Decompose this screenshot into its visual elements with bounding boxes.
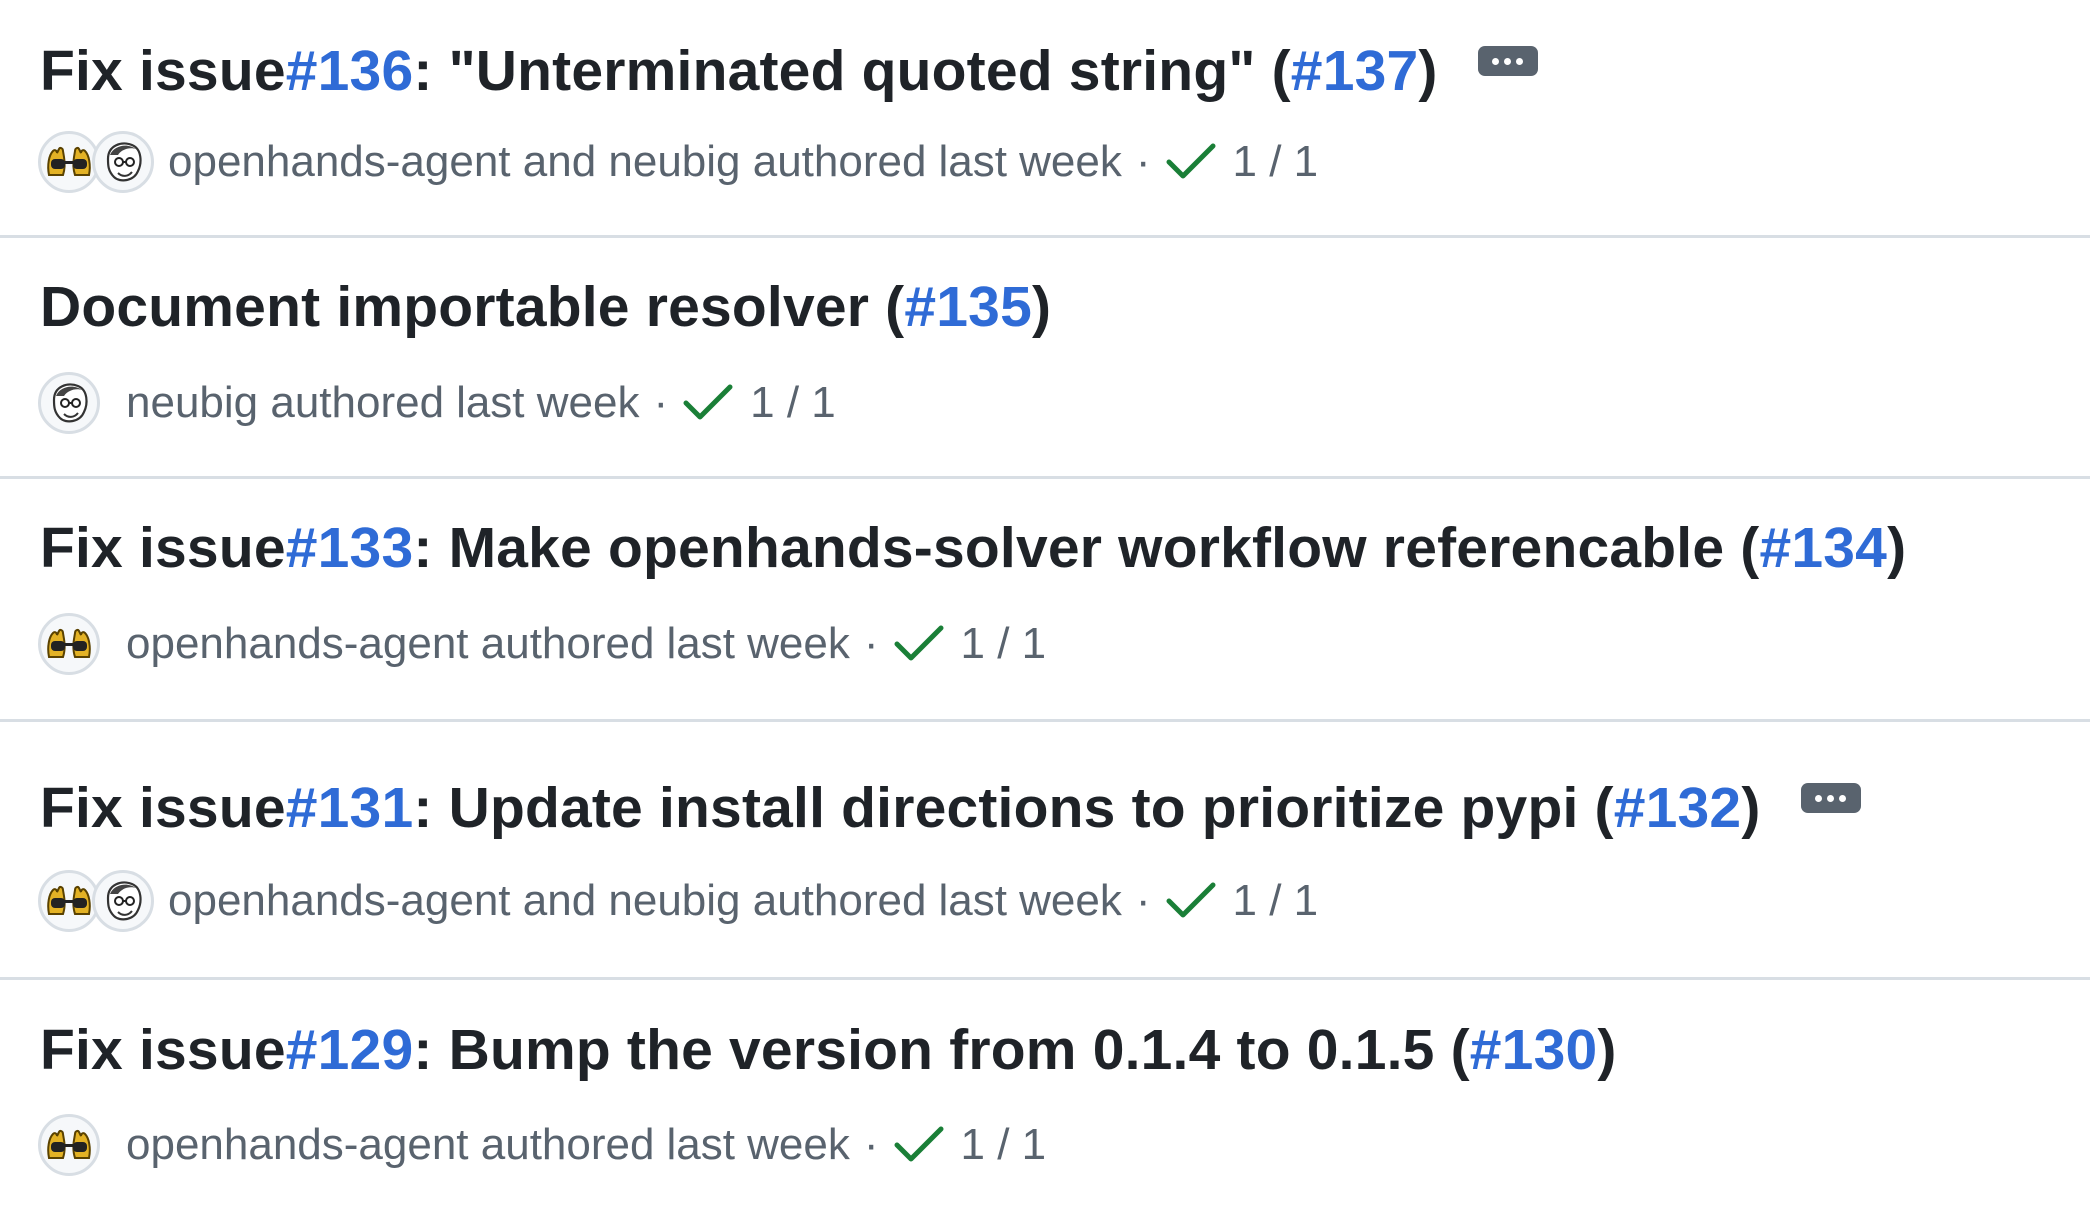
commit-title-text[interactable]: Document importable resolver ( [40,274,904,340]
commit-title-text[interactable]: : Update install directions to prioritiz… [413,775,1613,841]
commit-title-text[interactable]: : "Unterminated quoted string" ( [413,38,1290,104]
openhands-agent-avatar[interactable] [38,870,100,932]
commit-time: last week [938,137,1122,186]
checks-status[interactable]: 1 / 1 [750,378,836,428]
commit-row: Fix issue #136 : "Unterminated quoted st… [0,0,2090,238]
commit-authors[interactable]: openhands-agent authored [126,1120,654,1170]
commit-title-text[interactable]: Fix issue [40,515,286,581]
issue-link[interactable]: #133 [286,515,414,581]
commit-title-text[interactable]: : Make openhands-solver workflow referen… [413,515,1759,581]
commit-row: Fix issue #131 : Update install directio… [0,722,2090,980]
expand-message-button[interactable] [1477,46,1538,76]
commit-meta: openhands-agent and neubig authored last… [38,131,1318,193]
commit-title[interactable]: Document importable resolver ( #135 ) [40,274,1051,340]
neubig-avatar[interactable] [92,870,154,932]
commit-authors[interactable]: openhands-agent authored [126,619,654,669]
commit-meta: openhands-agent authored last week · 1 /… [38,613,1046,675]
commit-authors[interactable]: neubig authored [126,378,444,428]
commit-title-text[interactable]: : Bump the version from 0.1.4 to 0.1.5 ( [413,1017,1469,1083]
commit-title-text[interactable]: ) [1597,1017,1616,1083]
author-avatars [38,870,154,932]
commit-title-text[interactable]: Fix issue [40,1017,286,1083]
commit-row: Document importable resolver ( #135 ) ne… [0,238,2090,479]
author-avatars [38,1114,100,1176]
commit-title-text[interactable]: ) [1887,515,1906,581]
check-icon[interactable] [893,1123,945,1167]
openhands-agent-avatar[interactable] [38,131,100,193]
commit-meta: openhands-agent authored last week · 1 /… [38,1114,1046,1176]
meta-separator: · [1135,876,1151,925]
pr-link[interactable]: #135 [904,274,1032,340]
commit-title-text[interactable]: Fix issue [40,38,286,104]
openhands-agent-avatar[interactable] [38,1114,100,1176]
meta-separator: · [863,619,879,668]
pr-link[interactable]: #137 [1291,38,1419,104]
author-avatars [38,131,154,193]
neubig-avatar[interactable] [38,372,100,434]
commit-authors[interactable]: openhands-agent and neubig authored [168,876,926,926]
commit-title-text[interactable]: ) [1032,274,1051,340]
check-icon[interactable] [682,381,734,425]
checks-status[interactable]: 1 / 1 [961,1120,1047,1170]
commit-time: last week [666,619,850,668]
commit-title[interactable]: Fix issue #133 : Make openhands-solver w… [40,515,1906,581]
issue-link[interactable]: #136 [286,38,414,104]
checks-status[interactable]: 1 / 1 [961,619,1047,669]
author-avatars [38,613,100,675]
pr-link[interactable]: #132 [1614,775,1742,841]
commit-title[interactable]: Fix issue #136 : "Unterminated quoted st… [40,38,1538,104]
commit-meta: openhands-agent and neubig authored last… [38,870,1318,932]
openhands-agent-avatar[interactable] [38,613,100,675]
commit-title-text[interactable]: ) [1418,38,1437,104]
commit-list: Fix issue #136 : "Unterminated quoted st… [0,0,2090,1206]
issue-link[interactable]: #131 [286,775,414,841]
check-icon[interactable] [1165,879,1217,923]
commit-title-text[interactable]: Fix issue [40,775,286,841]
checks-status[interactable]: 1 / 1 [1233,137,1319,187]
checks-status[interactable]: 1 / 1 [1233,876,1319,926]
commit-row: Fix issue #133 : Make openhands-solver w… [0,479,2090,722]
pr-link[interactable]: #130 [1470,1017,1598,1083]
issue-link[interactable]: #129 [286,1017,414,1083]
meta-separator: · [653,378,669,427]
commit-time: last week [666,1120,850,1169]
meta-separator: · [1135,137,1151,186]
check-icon[interactable] [893,622,945,666]
neubig-avatar[interactable] [92,131,154,193]
meta-separator: · [863,1120,879,1169]
commit-time: last week [456,378,640,427]
commit-authors[interactable]: openhands-agent and neubig authored [168,137,926,187]
commit-row: Fix issue #129 : Bump the version from 0… [0,980,2090,1206]
commit-time: last week [938,876,1122,925]
author-avatars [38,372,100,434]
pr-link[interactable]: #134 [1759,515,1887,581]
expand-message-button[interactable] [1800,783,1861,813]
commit-title-text[interactable]: ) [1741,775,1760,841]
commit-title[interactable]: Fix issue #129 : Bump the version from 0… [40,1017,1617,1083]
check-icon[interactable] [1165,140,1217,184]
commit-meta: neubig authored last week · 1 / 1 [38,372,836,434]
commit-title[interactable]: Fix issue #131 : Update install directio… [40,775,1861,841]
